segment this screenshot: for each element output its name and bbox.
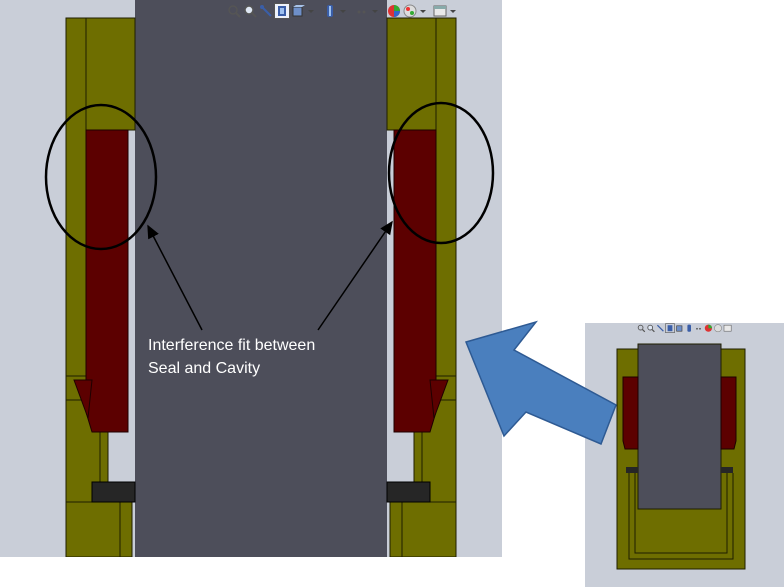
callout-line-1: Interference fit between	[148, 337, 316, 354]
view-orientation-icon[interactable]	[291, 4, 305, 18]
chevron-down-icon[interactable]	[419, 7, 427, 15]
previous-view-icon[interactable]	[656, 324, 664, 332]
view-orientation-icon[interactable]	[675, 324, 683, 332]
right-seal	[393, 129, 437, 433]
previous-view-icon[interactable]	[259, 4, 273, 18]
chevron-down-icon[interactable]	[339, 7, 347, 15]
display-style-icon[interactable]	[323, 4, 337, 18]
edit-appearance-icon[interactable]	[387, 4, 401, 18]
chevron-down-icon[interactable]	[307, 7, 315, 15]
seal-cross-section-overview	[616, 343, 746, 570]
view-settings-icon[interactable]	[723, 324, 732, 332]
apply-scene-icon[interactable]	[403, 4, 417, 18]
zoom-to-area-icon[interactable]	[243, 4, 257, 18]
callout-line-2: Seal and Cavity	[148, 360, 261, 377]
left-seal-overview	[622, 376, 639, 450]
view-settings-icon[interactable]	[433, 4, 447, 18]
zoom-to-fit-icon[interactable]	[637, 324, 646, 333]
zoom-to-area-icon[interactable]	[647, 324, 655, 333]
inset-view-toolbar	[637, 323, 732, 333]
main-cad-viewport[interactable]: Interference fit between Seal and Cavity	[0, 0, 502, 557]
hide-show-items-icon[interactable]	[695, 324, 703, 332]
section-view-icon[interactable]	[274, 3, 290, 19]
inset-cad-viewport[interactable]	[585, 323, 784, 587]
left-seal	[85, 129, 129, 433]
display-style-icon[interactable]	[685, 324, 693, 332]
piston-overview	[637, 343, 722, 510]
chevron-down-icon[interactable]	[371, 7, 379, 15]
seal-cross-section-closeup	[65, 0, 457, 557]
section-view-icon[interactable]	[665, 323, 675, 333]
zoom-to-fit-icon[interactable]	[227, 4, 241, 18]
piston-body	[135, 0, 387, 557]
apply-scene-icon[interactable]	[714, 324, 722, 333]
right-backup-ring	[386, 481, 431, 503]
hide-show-items-icon[interactable]	[355, 4, 369, 18]
edit-appearance-icon[interactable]	[704, 324, 712, 332]
right-seal-overview	[720, 376, 737, 450]
left-backup-ring	[91, 481, 136, 503]
left-backup-ring-overview	[626, 467, 638, 473]
chevron-down-icon[interactable]	[449, 7, 457, 15]
right-backup-ring-overview	[721, 467, 733, 473]
callout-label: Interference fit between Seal and Cavity	[148, 334, 315, 380]
heads-up-view-toolbar	[227, 3, 457, 19]
